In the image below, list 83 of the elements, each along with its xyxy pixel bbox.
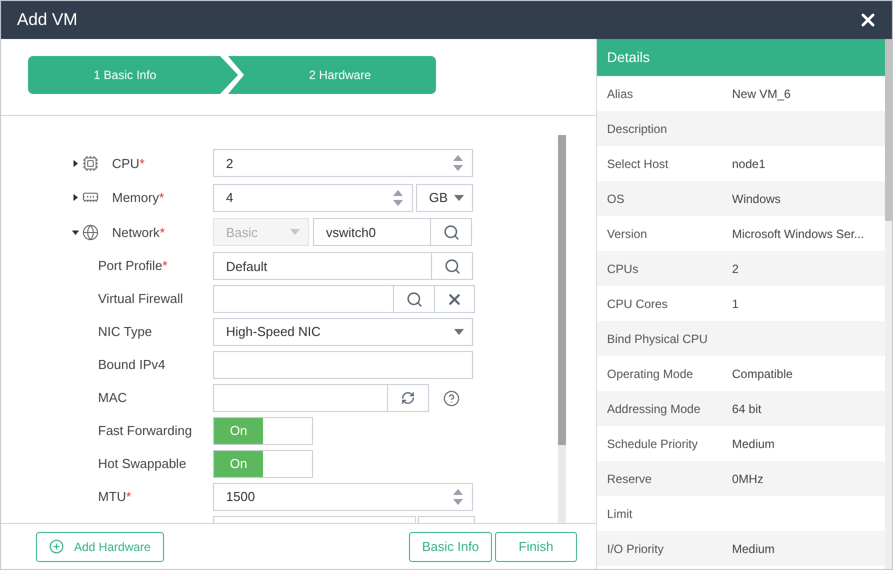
search-icon <box>406 290 422 308</box>
detail-label: OS <box>607 190 626 208</box>
caret-icon <box>454 329 464 335</box>
spinner-arrows-icon[interactable] <box>452 153 464 174</box>
plus-icon <box>49 539 64 554</box>
detail-label: CPU Cores <box>607 296 669 312</box>
back-button[interactable]: Basic Info <box>409 532 492 562</box>
refresh-icon <box>401 391 415 405</box>
detail-value: Microsoft Windows Ser... <box>732 226 864 242</box>
field-label: Virtual Firewall <box>98 290 184 308</box>
search-button[interactable] <box>430 218 472 246</box>
search-button[interactable] <box>431 252 473 280</box>
detail-label: Select Host <box>607 156 670 172</box>
input-field[interactable]: Default <box>213 252 432 280</box>
number-field[interactable]: 4 <box>213 184 413 212</box>
caret-icon <box>454 194 464 201</box>
detail-value: Windows <box>732 190 781 208</box>
detail-label: Version <box>607 226 648 242</box>
detail-value: Compatible <box>732 366 793 382</box>
detail-label: Alias <box>607 86 634 102</box>
required-mark: * <box>139 154 145 172</box>
input-field[interactable] <box>213 285 394 313</box>
finish-button[interactable]: Finish <box>495 532 577 562</box>
detail-label: Description <box>607 120 668 138</box>
required-mark: * <box>158 189 164 207</box>
number-field[interactable]: 1500 <box>213 483 473 511</box>
expander-caret-icon[interactable] <box>72 228 79 236</box>
field-label: NIC Type <box>98 323 152 342</box>
detail-value: Medium <box>732 540 775 558</box>
field-label: Fast Forwarding <box>98 422 192 440</box>
refresh-button[interactable] <box>387 384 429 412</box>
detail-label: Limit <box>607 506 634 522</box>
search-button[interactable] <box>393 285 435 313</box>
field-label: Port Profile <box>98 257 162 276</box>
detail-value: Medium <box>732 436 775 452</box>
field-label: Hot Swappable <box>98 455 186 474</box>
add-hardware-button[interactable]: Add Hardware <box>36 532 164 562</box>
required-mark: * <box>162 257 168 276</box>
field-label: Memory <box>112 189 159 207</box>
field-label: Bound IPv4 <box>98 356 166 374</box>
detail-value: 64 bit <box>732 400 762 418</box>
detail-label: Bind Physical CPU <box>607 330 709 348</box>
search-icon <box>444 258 460 274</box>
input-field[interactable] <box>213 384 388 412</box>
detail-value: New VM_6 <box>732 86 791 102</box>
scrollbar[interactable] <box>558 135 566 523</box>
toggle-switch[interactable]: On <box>213 417 313 445</box>
detail-label: I/O Priority <box>607 540 665 558</box>
dropdown[interactable]: High-Speed NIC <box>213 318 473 346</box>
search-icon <box>442 224 460 241</box>
detail-label: Reserve <box>607 470 653 488</box>
window-title: Add VM <box>17 9 78 32</box>
spinner-arrows-icon[interactable] <box>452 487 464 507</box>
detail-label: Addressing Mode <box>607 400 702 418</box>
field-label: Network <box>112 224 160 242</box>
detail-label: CPUs <box>607 260 640 278</box>
clear-button[interactable] <box>434 285 475 313</box>
help-icon[interactable] <box>443 390 460 406</box>
chip-icon <box>82 154 99 172</box>
globe-icon <box>82 224 99 241</box>
wizard-step[interactable]: 2 Hardware <box>228 56 436 94</box>
wizard-step[interactable]: 1 Basic Info <box>28 56 240 94</box>
caret-icon <box>290 229 300 236</box>
input-field[interactable]: vswitch0 <box>313 218 431 246</box>
required-mark: * <box>160 224 165 242</box>
spinner-arrows-icon[interactable] <box>392 188 404 208</box>
expander-caret-icon[interactable] <box>72 160 79 167</box>
field-label: MAC <box>98 389 127 408</box>
expander-caret-icon[interactable] <box>72 194 79 202</box>
required-mark: * <box>126 488 132 506</box>
field-label: MTU <box>98 488 126 506</box>
detail-value: 2 <box>732 260 739 278</box>
input-field[interactable] <box>213 351 473 379</box>
field-label: CPU <box>112 154 140 172</box>
number-field[interactable]: 2 <box>213 149 473 178</box>
unit-dropdown[interactable]: GB <box>416 184 473 212</box>
detail-label: Operating Mode <box>607 366 694 382</box>
detail-value: 1 <box>732 296 739 312</box>
toggle-switch[interactable]: On <box>213 450 313 478</box>
scrollbar[interactable] <box>885 39 892 569</box>
detail-value: 0MHz <box>732 470 764 488</box>
detail-value: node1 <box>732 156 766 172</box>
detail-label: Schedule Priority <box>607 436 699 452</box>
